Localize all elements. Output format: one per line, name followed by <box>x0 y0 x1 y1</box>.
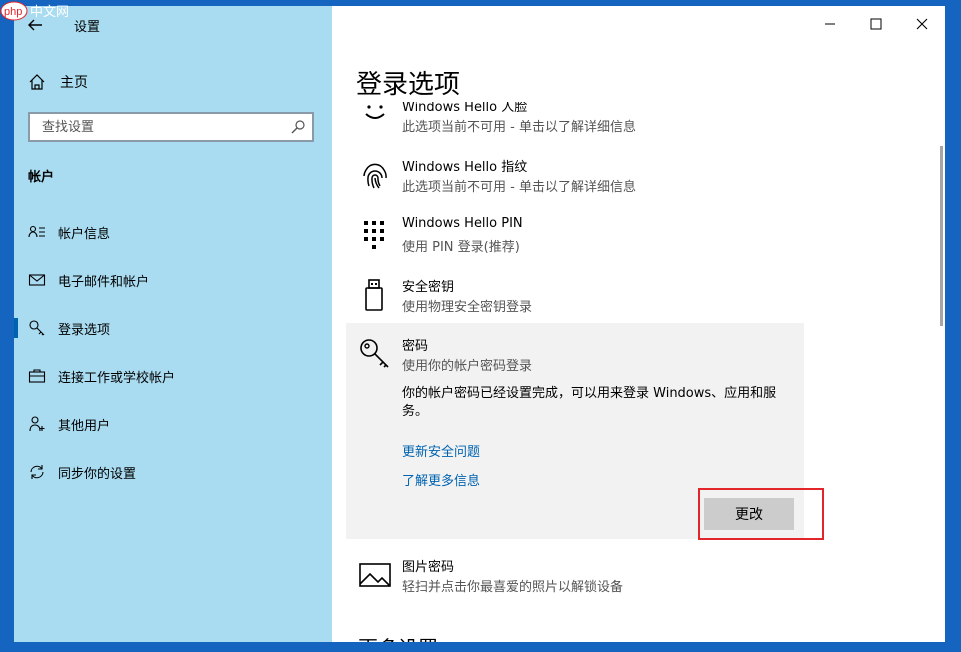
highlight-box <box>698 488 824 540</box>
page-title: 登录选项 <box>356 70 461 100</box>
face-icon <box>365 105 385 119</box>
sign-in-options-list: Windows Hello 人脸 此选项当前不可用 - 单击以了解详细信息 Wi… <box>332 102 945 642</box>
sidebar-item-label: 电子邮件和帐户 <box>58 274 150 290</box>
sync-icon <box>30 465 44 479</box>
sidebar-item-account-info[interactable]: 帐户信息 <box>14 212 332 252</box>
briefcase-icon <box>28 369 46 383</box>
option-face[interactable]: Windows Hello 人脸 此选项当前不可用 - 单击以了解详细信息 <box>358 102 798 144</box>
search-box[interactable] <box>28 112 314 142</box>
sidebar-item-label: 其他用户 <box>58 418 111 434</box>
close-icon[interactable] <box>912 14 932 34</box>
svg-text:中文网: 中文网 <box>30 5 69 20</box>
option-subtitle: 使用 PIN 登录(推荐) <box>402 240 520 255</box>
fingerprint-icon <box>363 163 387 189</box>
option-security-key[interactable]: 安全密钥 使用物理安全密钥登录 <box>358 276 798 324</box>
mail-icon <box>28 274 46 286</box>
search-input[interactable] <box>40 119 284 136</box>
sidebar: 设置 主页 帐户 帐户信息 电子邮件和帐户 登录选项 连接工作或学校帐户 <box>14 6 332 642</box>
option-subtitle: 使用物理安全密钥登录 <box>402 300 533 315</box>
sidebar-home[interactable]: 主页 <box>28 70 88 94</box>
settings-window: 设置 主页 帐户 帐户信息 电子邮件和帐户 登录选项 连接工作或学校帐户 <box>14 6 945 642</box>
scrollbar[interactable] <box>940 146 943 326</box>
option-fingerprint[interactable]: Windows Hello 指纹 此选项当前不可用 - 单击以了解详细信息 <box>358 156 798 204</box>
option-subtitle: 使用你的帐户密码登录 <box>402 359 533 374</box>
sidebar-section-title: 帐户 <box>28 170 55 185</box>
account-info-icon <box>28 225 45 238</box>
usb-key-icon <box>365 279 383 311</box>
option-title: 图片密码 <box>402 560 455 575</box>
sidebar-item-email[interactable]: 电子邮件和帐户 <box>14 260 332 300</box>
more-settings-title: 更多设置 <box>358 632 438 642</box>
sidebar-item-label: 帐户信息 <box>58 226 111 242</box>
option-subtitle: 此选项当前不可用 - 单击以了解详细信息 <box>402 180 636 195</box>
sidebar-item-other-users[interactable]: 其他用户 <box>14 404 332 444</box>
watermark-logo: php 中文网 <box>0 1 69 21</box>
option-title: Windows Hello PIN <box>402 216 523 231</box>
option-pin[interactable]: Windows Hello PIN 使用 PIN 登录(推荐) <box>358 216 798 264</box>
maximize-icon[interactable] <box>866 14 886 34</box>
password-key-icon <box>360 339 389 368</box>
option-title: 安全密钥 <box>402 280 455 295</box>
picture-icon <box>359 563 391 587</box>
password-description: 你的帐户密码已经设置完成，可以用来登录 Windows、应用和服务。 <box>402 386 777 419</box>
option-title: Windows Hello 人脸 <box>402 102 528 115</box>
add-user-icon <box>29 416 45 432</box>
option-title: 密码 <box>402 339 429 354</box>
sidebar-item-label: 同步你的设置 <box>58 466 137 482</box>
learn-more-link[interactable]: 了解更多信息 <box>402 470 480 489</box>
update-security-questions-link[interactable]: 更新安全问题 <box>402 441 480 460</box>
sidebar-item-sign-in-options[interactable]: 登录选项 <box>14 308 332 348</box>
search-icon[interactable] <box>290 119 306 135</box>
svg-text:php: php <box>4 6 22 18</box>
option-title: Windows Hello 指纹 <box>402 160 528 175</box>
home-icon <box>29 74 45 90</box>
option-subtitle: 轻扫并点击你最喜爱的照片以解锁设备 <box>402 580 624 595</box>
option-subtitle: 此选项当前不可用 - 单击以了解详细信息 <box>402 120 636 135</box>
key-icon <box>29 320 45 336</box>
home-label: 主页 <box>60 75 88 91</box>
sidebar-item-sync[interactable]: 同步你的设置 <box>14 452 332 492</box>
sidebar-item-work-school[interactable]: 连接工作或学校帐户 <box>14 356 332 396</box>
pin-keypad-icon <box>364 221 384 249</box>
option-picture-password[interactable]: 图片密码 轻扫并点击你最喜爱的照片以解锁设备 <box>358 556 798 604</box>
sidebar-item-label: 登录选项 <box>58 322 111 338</box>
sidebar-item-label: 连接工作或学校帐户 <box>58 370 176 386</box>
minimize-icon[interactable] <box>820 14 840 34</box>
main-content: 登录选项 Windows Hello 人脸 此选项当前不可用 - 单击以了解详细… <box>332 6 945 642</box>
